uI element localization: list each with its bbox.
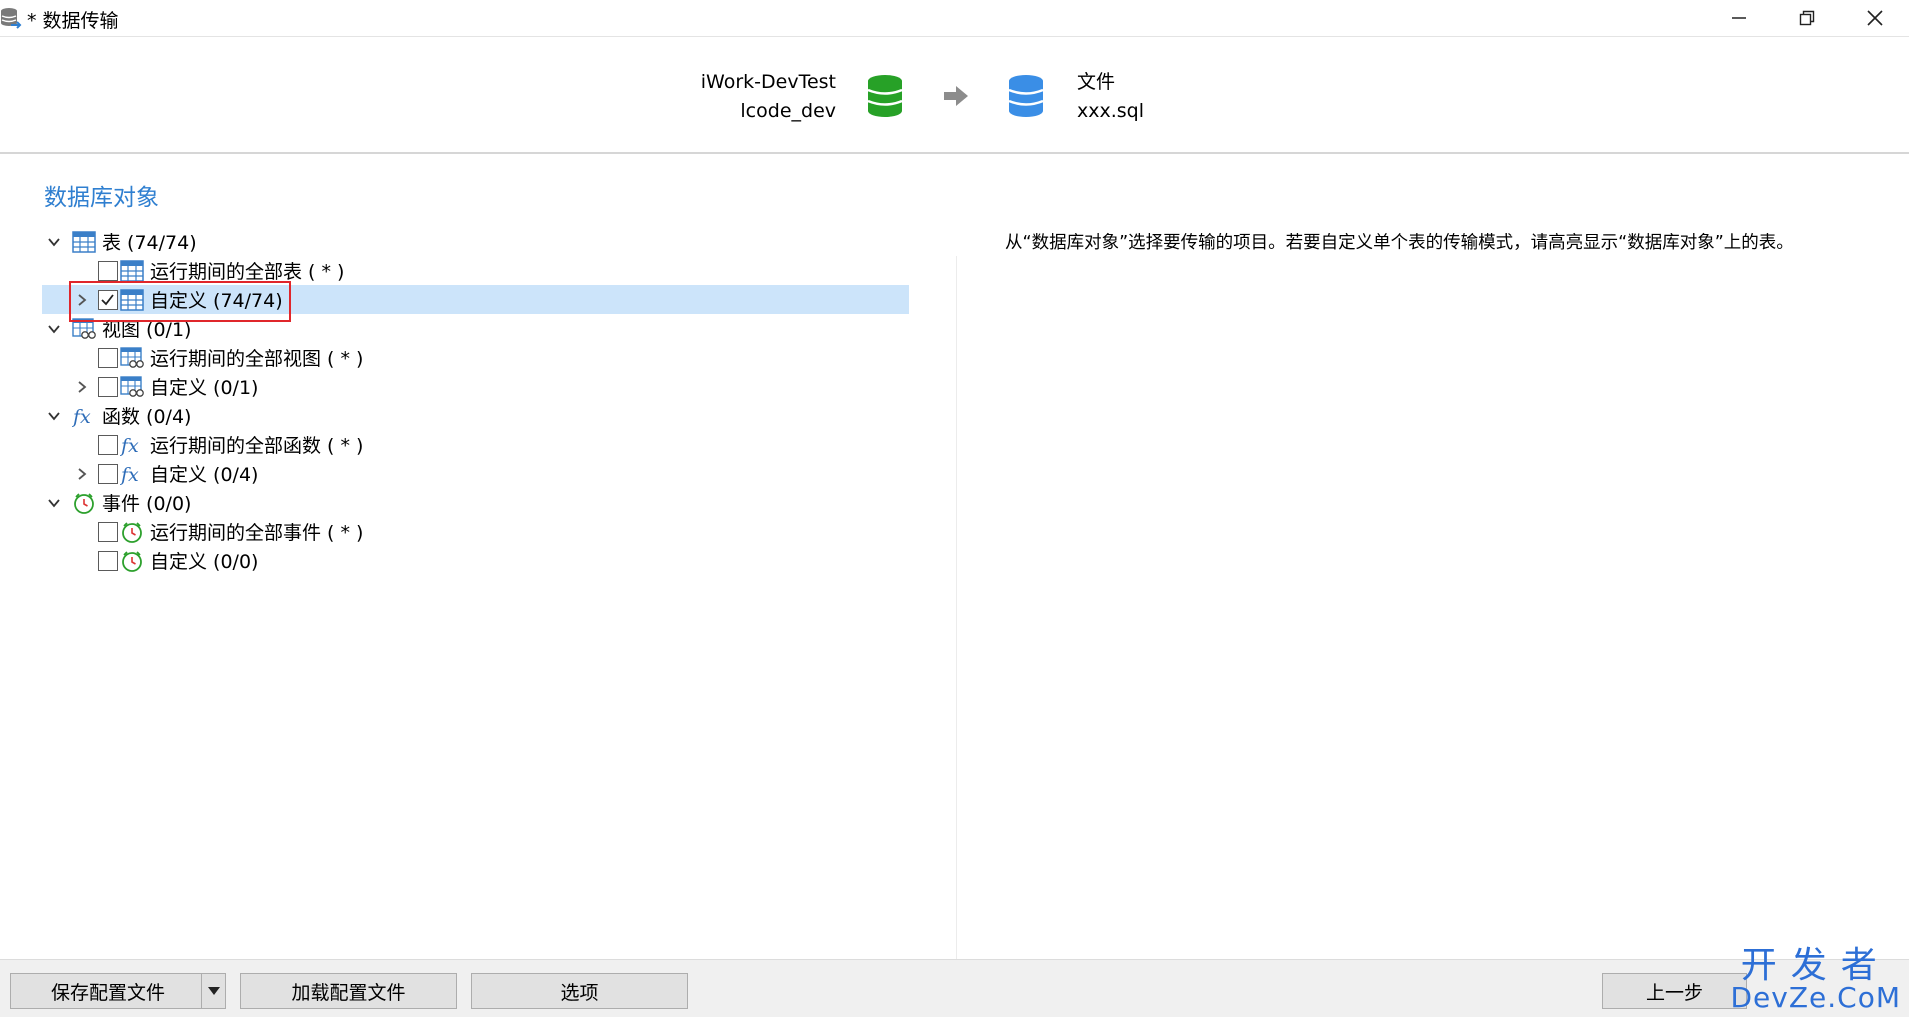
tree-group-functions[interactable]: fx 函数 (0/4)	[42, 401, 909, 430]
view-icon	[120, 375, 144, 399]
chevron-right-icon[interactable]	[74, 292, 90, 308]
close-button[interactable]	[1841, 0, 1909, 36]
clock-icon	[120, 520, 144, 544]
clock-icon	[72, 491, 96, 515]
checkbox-checked[interactable]	[98, 289, 118, 310]
svg-text:fx: fx	[120, 435, 139, 457]
source-connection: iWork-DevTest	[700, 71, 836, 93]
save-profile-button[interactable]: 保存配置文件	[10, 973, 206, 1009]
tree-label: 运行期间的全部表 ( * )	[150, 261, 345, 283]
watermark-line2: DevZe.CoM	[1730, 981, 1901, 1014]
close-icon	[1867, 10, 1883, 26]
tree-item-custom-views[interactable]: 自定义 (0/1)	[42, 372, 909, 401]
tree-label: 自定义 (0/4)	[150, 464, 259, 486]
options-label: 选项	[560, 981, 599, 1004]
function-icon: fx	[120, 433, 144, 457]
chevron-down-icon[interactable]	[46, 495, 62, 511]
tree-item-all-events-runtime[interactable]: 运行期间的全部事件 ( * )	[42, 517, 909, 546]
target-info: 文件 xxx.sql	[1077, 68, 1144, 126]
chevron-down-icon[interactable]	[46, 234, 62, 250]
checkbox[interactable]	[98, 521, 118, 542]
tree-group-views[interactable]: 视图 (0/1)	[42, 314, 909, 343]
source-database-icon	[867, 75, 903, 117]
hint-text: 从“数据库对象”选择要传输的项目。若要自定义单个表的传输模式，请高亮显示“数据库…	[1005, 233, 1794, 253]
tree-item-custom-events[interactable]: 自定义 (0/0)	[42, 546, 909, 575]
minimize-icon	[1732, 17, 1746, 19]
svg-text:fx: fx	[120, 464, 139, 486]
load-profile-label: 加载配置文件	[291, 981, 406, 1004]
tree-label: 事件 (0/0)	[102, 493, 192, 515]
table-icon	[120, 259, 144, 283]
tree-label: 运行期间的全部函数 ( * )	[150, 435, 364, 457]
triangle-down-icon	[207, 987, 220, 995]
tree-label: 自定义 (0/0)	[150, 551, 259, 573]
tree-label: 视图 (0/1)	[102, 319, 192, 341]
function-icon: fx	[120, 462, 144, 486]
chevron-down-icon[interactable]	[46, 321, 62, 337]
save-profile-dropdown-button[interactable]	[201, 973, 226, 1009]
bottom-toolbar: 保存配置文件 加载配置文件 选项 上一步	[0, 959, 1909, 1017]
target-type: 文件	[1077, 71, 1116, 93]
tree-group-tables[interactable]: 表 (74/74)	[42, 227, 909, 256]
tree-item-custom-functions[interactable]: fx 自定义 (0/4)	[42, 459, 909, 488]
tree-item-all-functions-runtime[interactable]: fx 运行期间的全部函数 ( * )	[42, 430, 909, 459]
function-icon: fx	[72, 404, 96, 428]
tree-item-custom-tables[interactable]: 自定义 (74/74)	[42, 285, 909, 314]
chevron-down-icon[interactable]	[46, 408, 62, 424]
checkbox[interactable]	[98, 550, 118, 571]
watermark-line1: 开发者	[1740, 945, 1891, 986]
minimize-button[interactable]	[1705, 0, 1773, 36]
chevron-right-icon[interactable]	[74, 466, 90, 482]
database-objects-tree[interactable]: 表 (74/74) 运行期间的全部表 ( * ) 自定义 (74/74) 视图 …	[42, 227, 909, 575]
tree-label: 函数 (0/4)	[102, 406, 192, 428]
tree-item-all-tables-runtime[interactable]: 运行期间的全部表 ( * )	[42, 256, 909, 285]
tree-label: 运行期间的全部视图 ( * )	[150, 348, 364, 370]
section-title: 数据库对象	[44, 185, 159, 211]
table-icon	[72, 230, 96, 254]
checkbox[interactable]	[98, 434, 118, 455]
table-icon	[120, 288, 144, 312]
view-icon	[120, 346, 144, 370]
tree-label: 自定义 (74/74)	[150, 290, 283, 312]
source-info: iWork-DevTest lcode_dev	[701, 68, 836, 126]
view-icon	[72, 317, 96, 341]
arrow-right-icon	[944, 86, 968, 106]
load-profile-button[interactable]: 加载配置文件	[240, 973, 457, 1009]
restore-icon	[1799, 10, 1815, 26]
tree-label: 运行期间的全部事件 ( * )	[150, 522, 364, 544]
check-icon	[101, 293, 114, 305]
checkbox[interactable]	[98, 463, 118, 484]
transfer-header: iWork-DevTest lcode_dev 文件 xxx.sql	[0, 36, 1909, 154]
window-title: * 数据传输	[27, 10, 119, 32]
chevron-right-icon[interactable]	[74, 379, 90, 395]
title-bar: * 数据传输	[0, 0, 1909, 36]
svg-text:fx: fx	[72, 406, 91, 428]
tree-group-events[interactable]: 事件 (0/0)	[42, 488, 909, 517]
clock-icon	[120, 549, 144, 573]
target-file: xxx.sql	[1077, 100, 1145, 122]
panel-divider[interactable]	[956, 256, 957, 960]
checkbox[interactable]	[98, 376, 118, 397]
tree-label: 表 (74/74)	[102, 232, 197, 254]
back-button[interactable]: 上一步	[1602, 973, 1747, 1009]
checkbox[interactable]	[98, 347, 118, 368]
data-transfer-app-icon	[1, 8, 22, 29]
tree-item-all-views-runtime[interactable]: 运行期间的全部视图 ( * )	[42, 343, 909, 372]
options-button[interactable]: 选项	[471, 973, 688, 1009]
source-database: lcode_dev	[740, 100, 836, 122]
tree-label: 自定义 (0/1)	[150, 377, 259, 399]
back-label: 上一步	[1645, 981, 1703, 1004]
restore-button[interactable]	[1773, 0, 1841, 36]
target-file-icon	[1008, 75, 1044, 117]
checkbox[interactable]	[98, 260, 118, 281]
watermark-logo: 开发者 DevZe.CoM	[1730, 948, 1901, 1012]
save-profile-label: 保存配置文件	[50, 981, 165, 1004]
